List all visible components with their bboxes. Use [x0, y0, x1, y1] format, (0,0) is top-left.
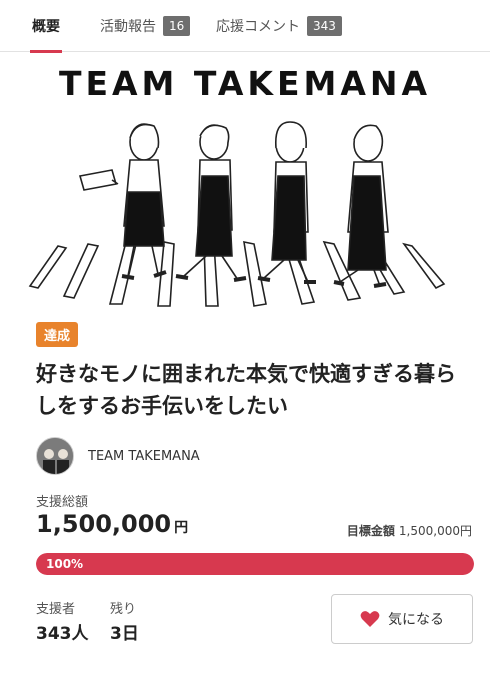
remaining-days: 3日 [110, 624, 139, 644]
remaining-label: 残り [110, 602, 137, 617]
goal-amount: 目標金額 1,500,000円 [347, 522, 472, 539]
tab-support-comments[interactable]: 応援コメント 343 [216, 0, 342, 52]
project-title: 好きなモノに囲まれた本気で快適すぎる暮らしをするお手伝いをしたい [36, 362, 456, 418]
tab-support-comments-label: 応援コメント [216, 19, 300, 35]
funding-progress-percent: 100% [46, 557, 84, 571]
total-funding-amount: 1,500,000 円 [36, 510, 188, 538]
total-funding-label: 支援総額 [36, 495, 89, 510]
achieved-badge: 達成 [36, 322, 79, 347]
tab-bar: 概要 活動報告 16 応援コメント 343 [0, 0, 490, 53]
hero-illustration: TEAM TAKEMANA [18, 56, 472, 308]
tab-activity-reports-label: 活動報告 [100, 19, 156, 35]
supporters-label: 支援者 [36, 602, 76, 617]
avatar-photo-icon [37, 438, 73, 474]
funding-progress-fill [36, 553, 474, 575]
currency-unit: 円 [174, 520, 189, 536]
supporters-count: 343人 [36, 624, 89, 644]
tab-overview[interactable]: 概要 [30, 0, 62, 53]
project-owner[interactable]: TEAM TAKEMANA [36, 436, 200, 476]
total-funding-value: 1,500,000 [36, 510, 172, 538]
goal-amount-value: 1,500,000円 [398, 524, 472, 538]
funding-progress-bar: 100% [36, 553, 474, 575]
favorite-button[interactable]: 気になる [331, 594, 473, 644]
tab-activity-reports[interactable]: 活動報告 16 [100, 0, 191, 52]
favorite-button-label: 気になる [388, 612, 444, 628]
hero-title: TEAM TAKEMANA [58, 64, 432, 103]
heart-icon [360, 611, 380, 627]
goal-amount-label: 目標金額 [346, 524, 395, 538]
tab-overview-label: 概要 [32, 19, 60, 35]
owner-avatar[interactable] [36, 437, 74, 475]
owner-name[interactable]: TEAM TAKEMANA [88, 449, 200, 464]
support-comments-count-badge: 343 [307, 16, 342, 36]
activity-reports-count-badge: 16 [163, 16, 191, 36]
